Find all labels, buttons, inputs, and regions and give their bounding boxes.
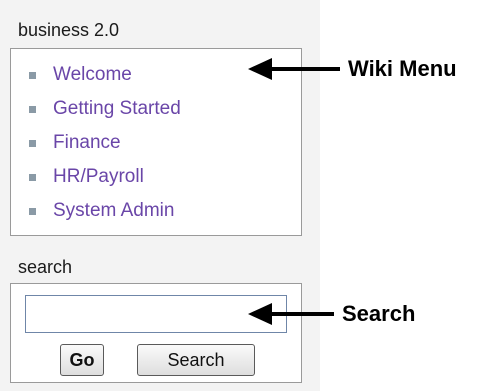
go-button[interactable]: Go (60, 344, 104, 376)
search-box: Go Search (10, 283, 302, 383)
wiki-menu-item-label[interactable]: HR/Payroll (53, 166, 144, 188)
square-bullet-icon (29, 139, 36, 147)
wiki-menu-annotation: Wiki Menu (248, 56, 457, 82)
square-bullet-icon (29, 105, 36, 113)
wiki-menu-item-finance[interactable]: Finance (29, 129, 121, 157)
wiki-menu-annotation-label: Wiki Menu (348, 56, 457, 81)
wiki-menu-item-system-admin[interactable]: System Admin (29, 197, 174, 225)
square-bullet-icon (29, 207, 36, 215)
wiki-menu-item-label[interactable]: Getting Started (53, 98, 181, 120)
wiki-menu-item-getting-started[interactable]: Getting Started (29, 95, 181, 123)
left-arrow-icon (248, 303, 334, 325)
search-button[interactable]: Search (137, 344, 255, 376)
search-annotation: Search (248, 301, 415, 327)
wiki-menu-item-label[interactable]: Welcome (53, 64, 132, 86)
search-annotation-label: Search (342, 301, 416, 326)
wiki-menu-item-hr-payroll[interactable]: HR/Payroll (29, 163, 144, 191)
search-panel-title: search (18, 257, 73, 277)
left-arrow-icon (248, 58, 340, 80)
wiki-panel-title: business 2.0 (18, 20, 120, 40)
square-bullet-icon (29, 173, 36, 181)
wiki-menu-item-label[interactable]: Finance (53, 132, 121, 154)
screenshot-stage: business 2.0 Welcome Getting Started Fin… (0, 0, 500, 391)
square-bullet-icon (29, 71, 36, 79)
wiki-menu-item-label[interactable]: System Admin (53, 200, 174, 222)
wiki-menu-item-welcome[interactable]: Welcome (29, 61, 132, 89)
